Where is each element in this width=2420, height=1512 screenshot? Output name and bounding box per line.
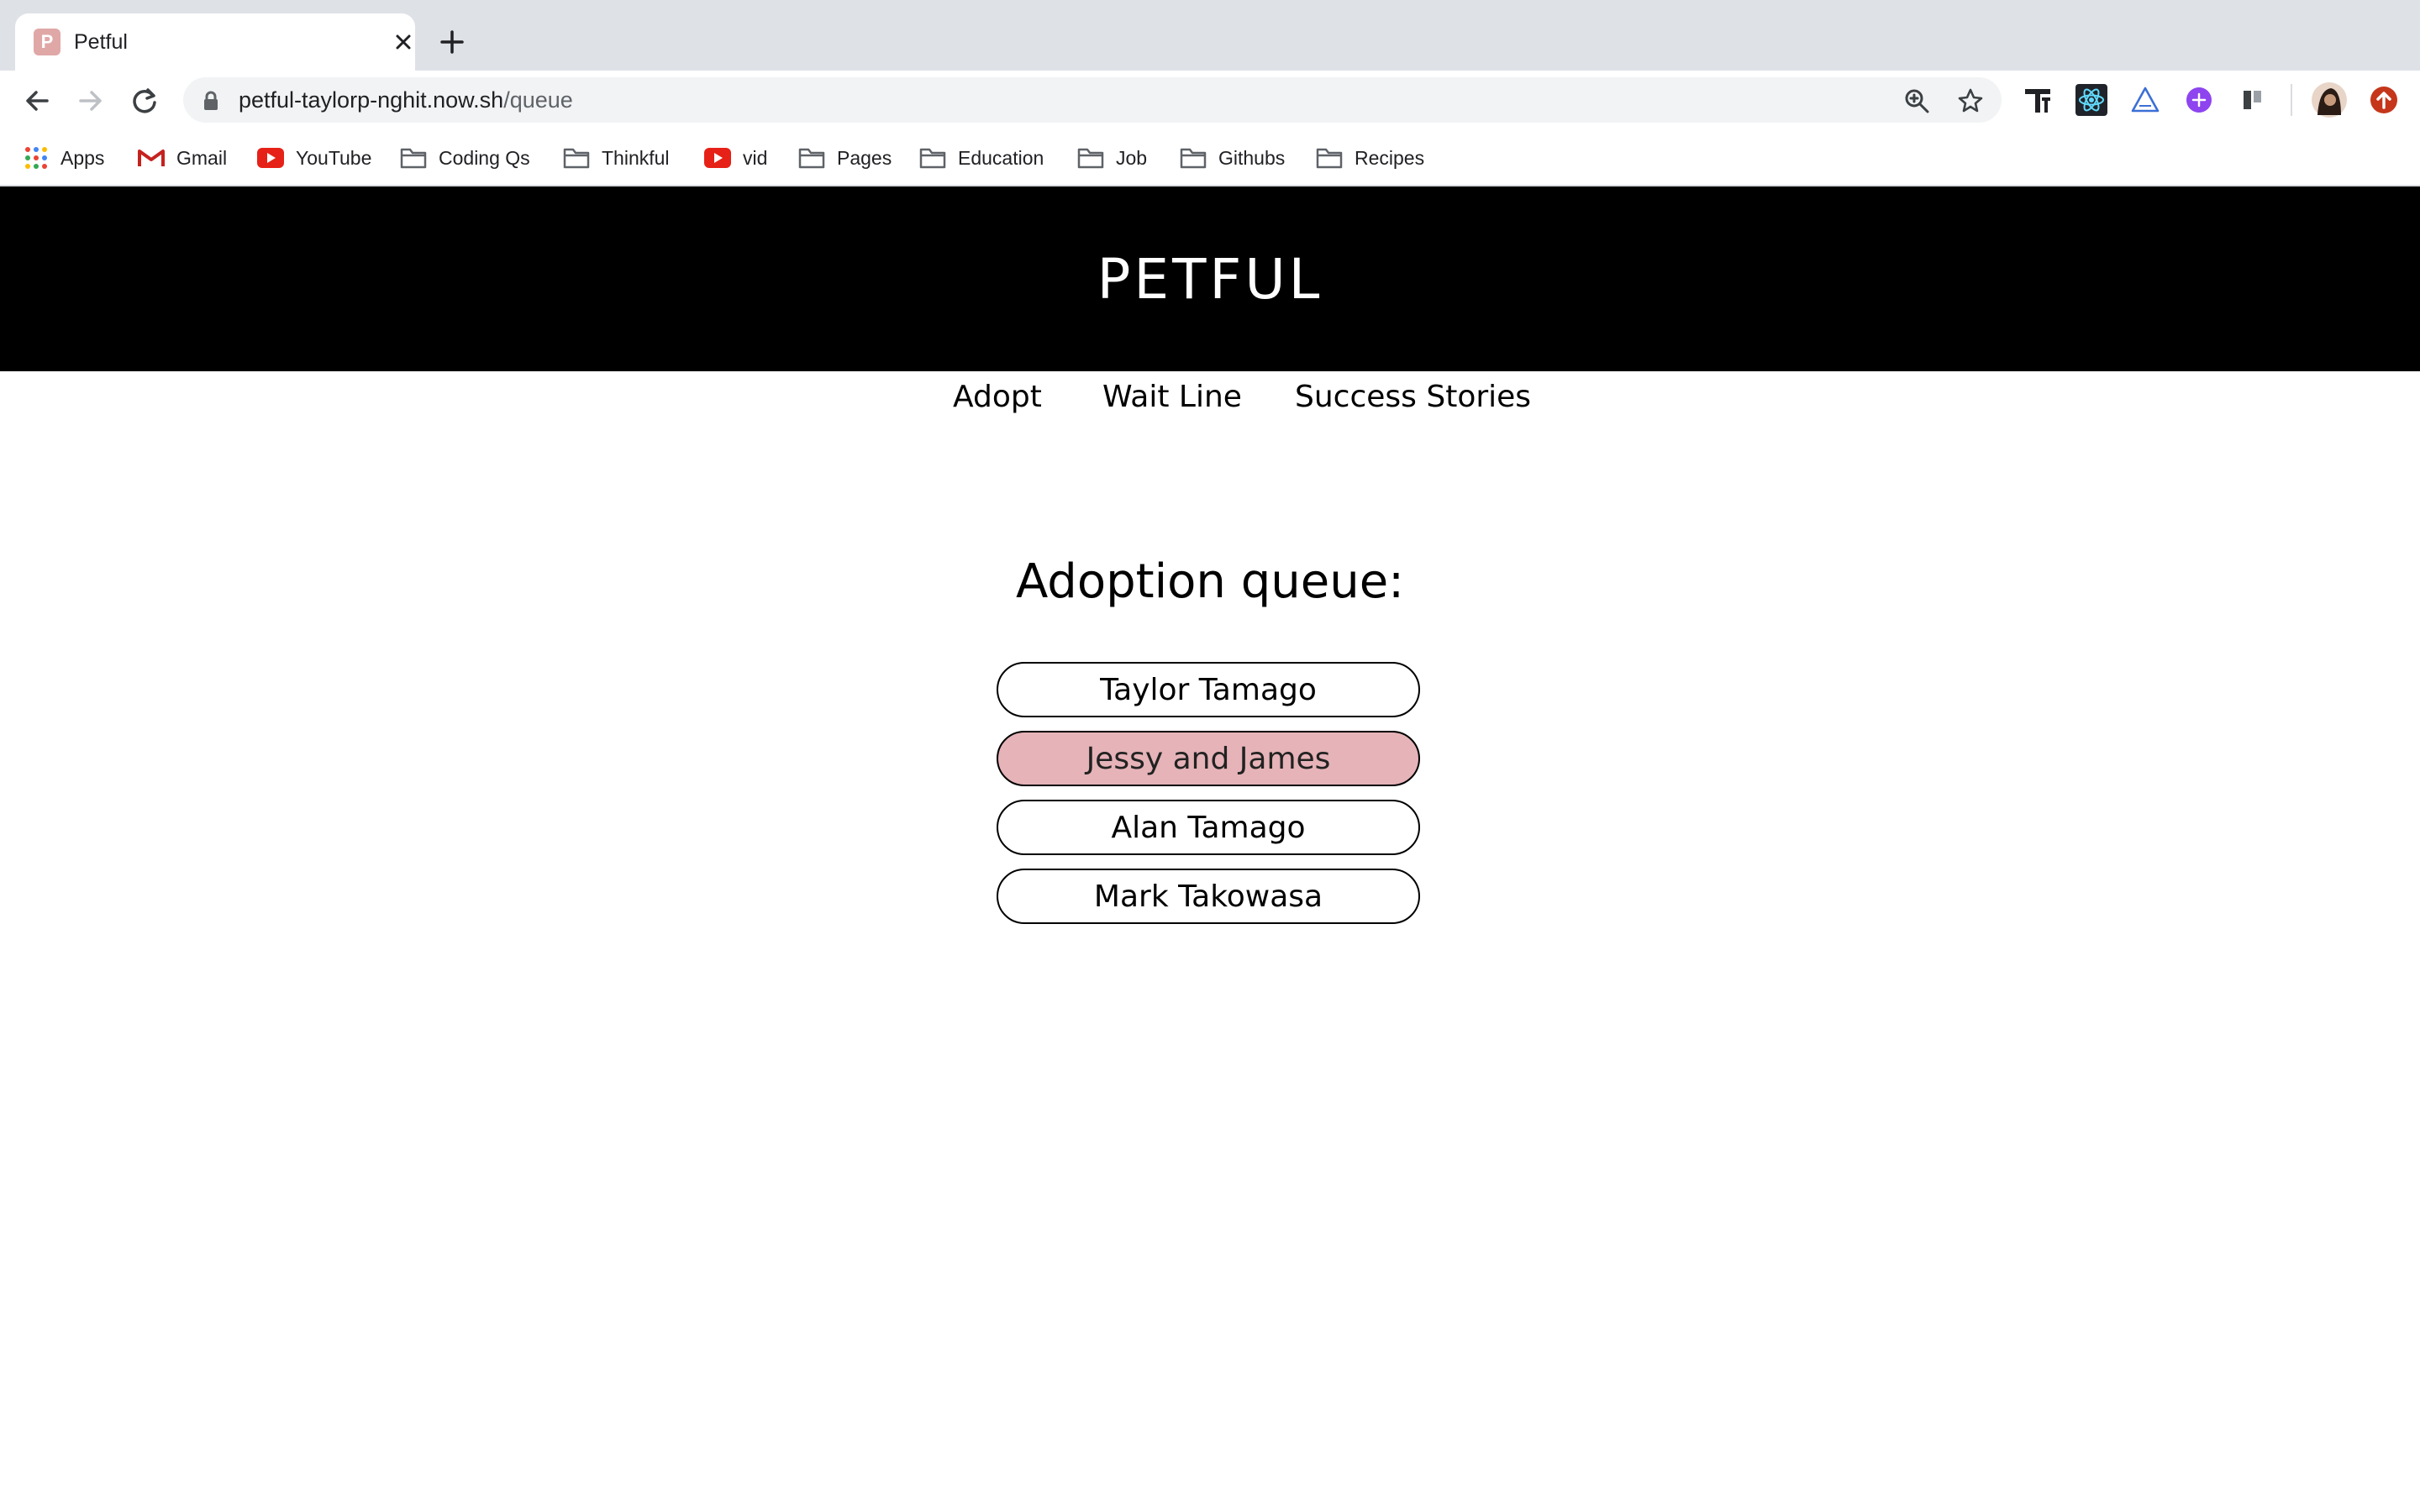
folder-icon [1077, 148, 1104, 169]
url-path: /queue [503, 87, 573, 113]
forward-icon[interactable] [74, 86, 108, 116]
triangle-extension-icon[interactable] [2129, 84, 2161, 116]
folder-icon [563, 148, 590, 169]
back-icon[interactable] [20, 86, 54, 116]
react-devtools-icon[interactable] [2075, 84, 2107, 116]
bookmark-label: Job [1116, 146, 1148, 169]
lock-icon[interactable] [202, 91, 220, 111]
url-host: petful-taylorp-nghit.now.sh [239, 87, 504, 113]
queue-item: Mark Takowasa [997, 869, 1420, 924]
queue-item: Alan Tamago [997, 800, 1420, 855]
tab-title: Petful [74, 30, 128, 54]
text-extension-icon[interactable] [2022, 84, 2054, 116]
bookmark-label: Githubs [1218, 146, 1286, 169]
queue-item: Taylor Tamago [997, 662, 1420, 717]
folder-icon [1180, 148, 1207, 169]
browser-tab[interactable]: P Petful [15, 13, 415, 71]
youtube-icon [704, 148, 731, 168]
bookmark-education[interactable]: Education [919, 144, 1044, 171]
bookmark-label: Gmail [176, 146, 228, 169]
bookmark-label: Coding Qs [439, 146, 530, 169]
bookmark-apps[interactable]: Apps [24, 144, 104, 171]
bookmark-thinkful[interactable]: Thinkful [563, 144, 670, 171]
bookmark-vid[interactable]: vid [704, 144, 767, 171]
folder-icon [1316, 148, 1343, 169]
gmail-icon [138, 150, 165, 166]
apps-grid-icon [25, 147, 47, 169]
bookmark-pages[interactable]: Pages [798, 144, 892, 171]
purple-extension-icon[interactable] [2183, 84, 2215, 116]
queue-item-current: Jessy and James [997, 731, 1420, 786]
bookmark-label: YouTube [296, 146, 372, 169]
site-nav: Adopt Wait Line Success Stories [0, 380, 2420, 422]
bookmark-coding-qs[interactable]: Coding Qs [400, 144, 530, 171]
bookmark-recipes[interactable]: Recipes [1316, 144, 1424, 171]
site-header: PETFUL [0, 186, 2420, 371]
nav-wait-line[interactable]: Wait Line [1102, 380, 1242, 414]
nav-success-stories[interactable]: Success Stories [1295, 380, 1531, 414]
bookmark-job[interactable]: Job [1077, 144, 1147, 171]
adoption-queue-list: Taylor Tamago Jessy and James Alan Tamag… [997, 662, 1423, 937]
bookmark-label: vid [743, 146, 768, 169]
bookmark-star-icon[interactable] [1956, 87, 1985, 115]
petful-favicon-icon: P [34, 29, 60, 55]
bookmark-label: Education [958, 146, 1044, 169]
nav-adopt[interactable]: Adopt [953, 380, 1042, 414]
close-tab-icon[interactable] [392, 30, 415, 54]
bookmark-gmail[interactable]: Gmail [138, 144, 227, 171]
site-title: PETFUL [1097, 246, 1323, 312]
sidebar-extension-icon[interactable] [2237, 84, 2269, 116]
bookmark-label: Thinkful [602, 146, 670, 169]
folder-icon [798, 148, 825, 169]
toolbar-divider [2291, 84, 2292, 116]
profile-avatar[interactable] [2311, 81, 2348, 118]
zoom-icon[interactable] [1902, 87, 1931, 115]
new-tab-icon[interactable] [437, 27, 467, 57]
folder-icon [919, 148, 946, 169]
bookmark-githubs[interactable]: Githubs [1180, 144, 1285, 171]
folder-icon [400, 148, 427, 169]
queue-heading: Adoption queue: [1015, 554, 1405, 609]
bookmark-label: Pages [837, 146, 892, 169]
bookmark-label: Recipes [1355, 146, 1425, 169]
reload-icon[interactable] [128, 86, 161, 116]
bookmark-label: Apps [60, 146, 105, 169]
url-text[interactable]: petful-taylorp-nghit.now.sh/queue [239, 87, 573, 113]
bookmark-youtube[interactable]: YouTube [257, 144, 371, 171]
update-icon[interactable] [2368, 84, 2400, 116]
youtube-icon [257, 148, 284, 168]
